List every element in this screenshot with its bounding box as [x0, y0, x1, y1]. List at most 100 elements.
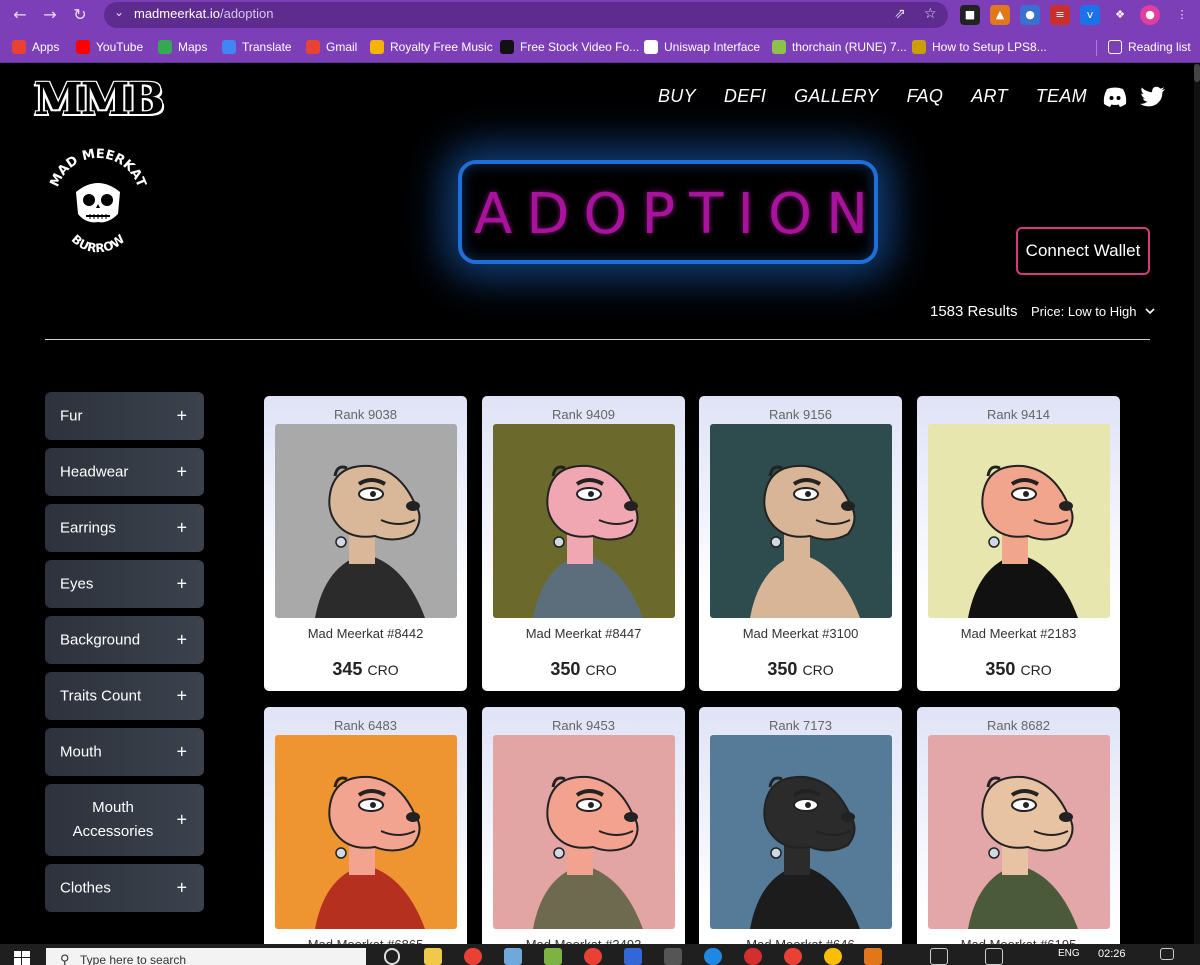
bookmark-item[interactable]: Royalty Free Music [370, 38, 493, 56]
plus-icon[interactable]: + [176, 810, 187, 831]
nft-card[interactable]: Rank 8682Mad Meerkat #6195 [917, 707, 1120, 965]
card-name: Mad Meerkat #3100 [742, 626, 859, 641]
bookmark-item[interactable]: Translate [222, 38, 292, 56]
extension-shield-icon[interactable]: ■ [960, 5, 980, 25]
nft-card[interactable]: Rank 9409 Mad Meerkat #8447 350 CRO [482, 396, 685, 691]
app-taskbar-icon[interactable] [544, 948, 562, 965]
site-info-icon[interactable]: ⌄ [114, 5, 124, 19]
app-taskbar-icon[interactable] [584, 948, 602, 965]
windows-start-icon[interactable] [14, 951, 30, 965]
notifications-icon[interactable] [1160, 948, 1174, 960]
plus-icon[interactable]: + [176, 686, 187, 707]
profile-avatar-icon[interactable]: ● [1140, 5, 1160, 25]
tray-icon[interactable] [930, 948, 948, 965]
nft-image[interactable] [493, 424, 675, 618]
site-logo[interactable]: MMB [34, 74, 165, 125]
address-bar[interactable]: ⌄ madmeerkat.io/adoption ⇗ ☆ [104, 2, 948, 28]
plus-icon[interactable]: + [176, 518, 187, 539]
extension-cloud-icon[interactable]: ● [1020, 5, 1040, 25]
mad-meerkat-burrow-logo[interactable]: MAD MEERKAT BURROW [46, 148, 150, 256]
connect-wallet-button[interactable]: Connect Wallet [1016, 227, 1150, 275]
reading-list-button[interactable]: Reading list [1108, 38, 1191, 56]
menu-kebab-icon[interactable]: ⋮ [1172, 5, 1192, 25]
reload-icon[interactable]: ↻ [70, 5, 90, 25]
metamask-icon[interactable]: ▲ [990, 5, 1010, 25]
plus-icon[interactable]: + [176, 630, 187, 651]
nft-image[interactable] [710, 735, 892, 929]
filter-background[interactable]: Background + [45, 616, 204, 664]
extensions-puzzle-icon[interactable]: ❖ [1110, 5, 1130, 25]
bookmark-item[interactable]: Free Stock Video Fo... [500, 38, 639, 56]
filter-earrings[interactable]: Earrings + [45, 504, 204, 552]
filter-mouth-accessories[interactable]: Mouth Accessories + [45, 784, 204, 856]
nav-team[interactable]: TEAM [1036, 86, 1087, 107]
chrome-taskbar-icon[interactable] [784, 948, 802, 965]
nft-card[interactable]: Rank 6483Mad Meerkat #6865 [264, 707, 467, 965]
bookmark-item[interactable]: How to Setup LPS8... [912, 38, 1047, 56]
nft-image[interactable] [710, 424, 892, 618]
nft-card[interactable]: Rank 9414 Mad Meerkat #2183 350 CRO [917, 396, 1120, 691]
bookmark-item[interactable]: YouTube [76, 38, 143, 56]
bookmark-item[interactable]: thorchain (RUNE) 7... [772, 38, 907, 56]
app-taskbar-icon[interactable] [664, 948, 682, 965]
url-text[interactable]: madmeerkat.io/adoption [134, 6, 273, 21]
discord-icon[interactable] [1102, 86, 1128, 108]
task-view-icon[interactable] [384, 948, 400, 965]
opera-taskbar-icon[interactable] [744, 948, 762, 965]
nft-image[interactable] [275, 424, 457, 618]
page-scroll-thumb[interactable] [1194, 64, 1200, 82]
filter-mouth[interactable]: Mouth + [45, 728, 204, 776]
app-taskbar-icon[interactable] [504, 948, 522, 965]
nft-image[interactable] [928, 424, 1110, 618]
nft-image[interactable] [493, 735, 675, 929]
nav-faq[interactable]: FAQ [907, 86, 944, 107]
filter-eyes[interactable]: Eyes + [45, 560, 204, 608]
nav-art[interactable]: ART [971, 86, 1008, 107]
share-icon[interactable]: ⇗ [894, 6, 906, 22]
filter-label: Mouth Accessories [72, 799, 154, 840]
nav-gallery[interactable]: GALLERY [794, 86, 878, 107]
plus-icon[interactable]: + [176, 574, 187, 595]
bookmark-star-icon[interactable]: ☆ [924, 6, 937, 22]
page-scrollbar[interactable] [1194, 64, 1200, 944]
nft-image[interactable] [275, 735, 457, 929]
twitter-icon[interactable] [1140, 86, 1166, 108]
filter-traits-count[interactable]: Traits Count + [45, 672, 204, 720]
plus-icon[interactable]: + [176, 742, 187, 763]
nav-defi[interactable]: DEFI [724, 86, 766, 107]
forward-icon[interactable]: → [40, 5, 60, 25]
extension-v-icon[interactable]: v [1080, 5, 1100, 25]
app-taskbar-icon[interactable] [704, 948, 722, 965]
plus-icon[interactable]: + [176, 878, 187, 899]
nft-card[interactable]: Rank 7173Mad Meerkat #646 [699, 707, 902, 965]
nft-card[interactable]: Rank 9156 Mad Meerkat #3100 350 CRO [699, 396, 902, 691]
bookmark-item[interactable]: Uniswap Interface [644, 38, 760, 56]
bookmark-item[interactable]: Apps [12, 38, 59, 56]
app-taskbar-icon[interactable] [864, 948, 882, 965]
file-explorer-icon[interactable] [424, 948, 442, 965]
filter-headwear[interactable]: Headwear + [45, 448, 204, 496]
taskbar-clock[interactable]: 02:26 [1098, 948, 1126, 960]
app-taskbar-icon[interactable] [624, 948, 642, 965]
nft-card[interactable]: Rank 9038 Mad Meerkat #8442 345 CRO [264, 396, 467, 691]
filter-clothes[interactable]: Clothes + [45, 864, 204, 912]
plus-icon[interactable]: + [176, 462, 187, 483]
filter-fur[interactable]: Fur + [45, 392, 204, 440]
language-indicator[interactable]: ENG [1058, 948, 1080, 959]
tray-icon[interactable] [985, 948, 1003, 965]
extension-stripe-icon[interactable]: ≡ [1050, 5, 1070, 25]
chrome-taskbar-icon[interactable] [824, 948, 842, 965]
nav-buy[interactable]: BUY [658, 86, 696, 107]
bookmark-item[interactable]: Gmail [306, 38, 357, 56]
nft-card[interactable]: Rank 9453Mad Meerkat #3493 [482, 707, 685, 965]
sort-dropdown[interactable]: Price: Low to High [1031, 304, 1155, 319]
nft-image[interactable] [928, 735, 1110, 929]
back-icon[interactable]: ← [10, 5, 30, 25]
taskbar-search-input[interactable]: ⚲ Type here to search [46, 948, 366, 965]
bookmark-item[interactable]: Maps [158, 38, 207, 56]
card-rank: Rank 9414 [987, 407, 1050, 422]
plus-icon[interactable]: + [176, 406, 187, 427]
filter-label: Fur [60, 407, 83, 425]
chrome-taskbar-icon[interactable] [464, 948, 482, 965]
apps-grid-icon [12, 40, 26, 54]
